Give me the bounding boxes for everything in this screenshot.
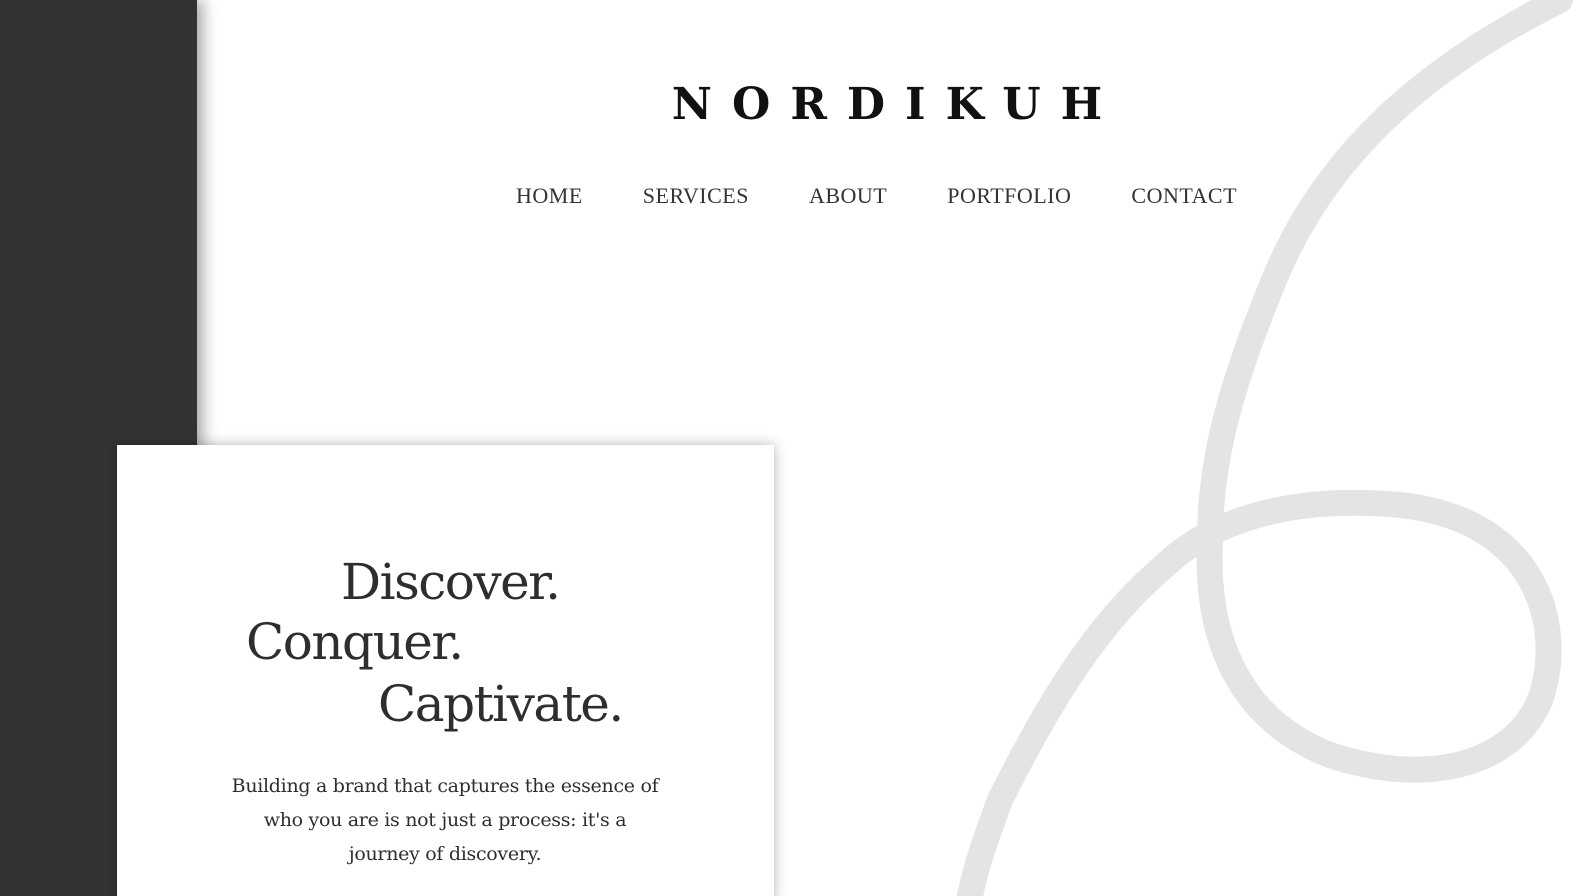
- nav-link-portfolio[interactable]: PORTFOLIO: [947, 180, 1071, 212]
- main-navigation: HOME SERVICES ABOUT PORTFOLIO CONTACT: [516, 180, 1237, 212]
- headline-line-discover: Discover.: [341, 553, 561, 611]
- headline-line-conquer: Conquer.: [246, 613, 464, 671]
- logo-text: NORDIKUH: [671, 79, 1123, 130]
- nav-link-contact[interactable]: CONTACT: [1131, 180, 1237, 212]
- nav-link-about[interactable]: ABOUT: [809, 180, 887, 212]
- nav-link-services[interactable]: SERVICES: [643, 180, 749, 212]
- hero-card: Discover. Conquer. Captivate. Building a…: [117, 445, 774, 896]
- hero-headline: Discover. Conquer. Captivate.: [117, 445, 774, 745]
- site-logo[interactable]: NORDIKUH: [0, 78, 1577, 132]
- headline-line-captivate: Captivate.: [378, 675, 624, 733]
- nav-link-home[interactable]: HOME: [516, 180, 583, 212]
- page: NORDIKUH HOME SERVICES ABOUT PORTFOLIO C…: [0, 0, 1577, 896]
- hero-tagline: Building a brand that captures the essen…: [231, 775, 659, 865]
